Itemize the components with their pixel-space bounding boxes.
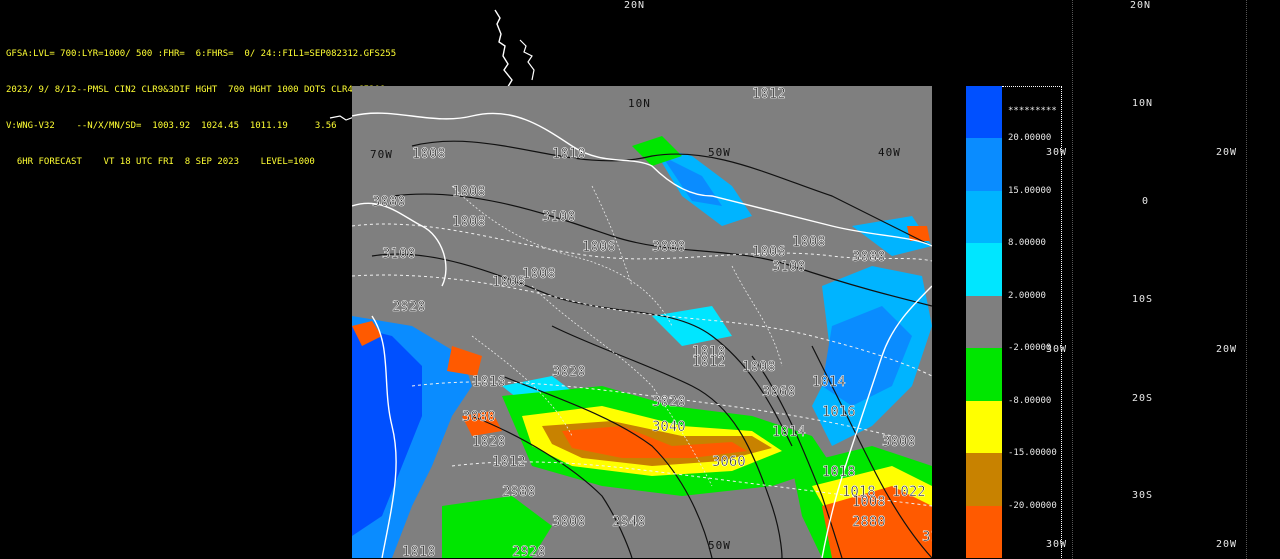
contour-label: 3080 (652, 239, 686, 255)
colorbar-label: 2.00000 (1008, 290, 1046, 301)
lat-label-10s: 10S (1132, 294, 1154, 305)
colorbar-label: 15.00000 (1008, 185, 1052, 196)
colorbar-segment (966, 295, 1002, 349)
colorbar-segment (966, 400, 1002, 454)
contour-label: 1014 (772, 424, 806, 440)
contour-label: 1006 (752, 244, 786, 260)
contour-label: 2940 (612, 514, 646, 530)
colorbar-segment (966, 348, 1002, 402)
colorbar-label: 8.00000 (1008, 238, 1046, 249)
contour-label: 1018 (822, 464, 856, 480)
colorbar-label: -15.00000 (1008, 448, 1057, 459)
contour-label: 3100 (382, 246, 416, 262)
contour-label: 3000 (882, 434, 916, 450)
lat-label-10n-right: 10N (1132, 98, 1154, 109)
contour-label: 1006 (582, 239, 616, 255)
weather-map-panel: 10N 70W 50W 40W 50W 1012 1008 1010 1008 1008… (352, 86, 932, 558)
colorbar-label: -8.00000 (1008, 395, 1052, 406)
lat-label-20n: 20N (624, 0, 646, 11)
lon-label-20w-a: 20W (1216, 147, 1238, 158)
lat-label-20n-right: 20N (1130, 0, 1152, 11)
lon-label-40w: 40W (878, 146, 901, 159)
contour-label: 1008 (852, 494, 886, 510)
contour-label: 1012 (492, 454, 526, 470)
contour-label: 2880 (852, 514, 886, 530)
colorbar-segment (966, 86, 1002, 139)
lat-label-30s: 30S (1132, 490, 1154, 501)
contour-label: 3080 (372, 194, 406, 210)
colorbar-label: -20.00000 (1008, 500, 1057, 511)
contour-label: 1008 (452, 214, 486, 230)
contour-label: 1016 (472, 374, 506, 390)
contour-label: 3080 (462, 409, 496, 425)
lon-label-20w-c: 20W (1216, 539, 1238, 550)
contour-label: 1008 (742, 359, 776, 375)
colorbar-label: -2.00000 (1008, 343, 1052, 354)
contour-label: 2920 (392, 299, 426, 315)
contour-label: 1008 (452, 184, 486, 200)
contour-label: 3100 (772, 259, 806, 275)
contour-label: 2920 (512, 544, 546, 558)
contour-label: 1016 (822, 404, 856, 420)
contour-label: 1012 (692, 354, 726, 370)
contour-label: 3080 (852, 249, 886, 265)
colorbar-segment (966, 243, 1002, 297)
contour-label: 3100 (922, 529, 932, 545)
contour-label: 1008 (412, 146, 446, 162)
contour-label: 1010 (552, 146, 586, 162)
contour-label: 1008 (792, 234, 826, 250)
contour-label: 1012 (752, 86, 786, 102)
lat-label-10n: 10N (628, 97, 651, 110)
header-line-4: 6HR FORECAST VT 18 UTC FRI 8 SEP 2023 LE… (6, 157, 315, 167)
contour-label: 3020 (652, 394, 686, 410)
colorbar-stars: ********* (1008, 106, 1057, 116)
lat-label-20s: 20S (1132, 393, 1154, 404)
contour-label: 3000 (552, 514, 586, 530)
grid-line (1072, 0, 1073, 559)
lon-label-50w-bottom: 50W (708, 539, 731, 552)
lon-label-20w-b: 20W (1216, 344, 1238, 355)
contour-label: 1008 (492, 274, 526, 290)
contour-label: 3040 (652, 419, 686, 435)
contour-label: 3100 (542, 209, 576, 225)
contour-label: 1010 (402, 544, 436, 558)
contour-label: 3060 (712, 454, 746, 470)
weather-map: 10N 70W 50W 40W 50W 10121008 101010081008… (352, 86, 932, 558)
colorbar-frame (1002, 86, 1062, 558)
lon-label-70w: 70W (370, 148, 393, 161)
contour-label: 3060 (762, 384, 796, 400)
lon-label-50w: 50W (708, 146, 731, 159)
colorbar-segment (966, 138, 1002, 192)
contour-label: 1022 (892, 484, 926, 500)
colorbar-segment (966, 190, 1002, 244)
contour-label: 2980 (502, 484, 536, 500)
contour-label: 1020 (472, 434, 506, 450)
grid-line (1246, 0, 1247, 559)
colorbar-label: 20.00000 (1008, 133, 1052, 144)
colorbar-segment (966, 505, 1002, 559)
contour-label: 3020 (552, 364, 586, 380)
colorbar-segment (966, 453, 1002, 507)
contour-label: 1008 (522, 266, 556, 282)
lat-label-0: 0 (1142, 196, 1150, 207)
contour-label: 1014 (812, 374, 846, 390)
colorbar (966, 86, 1002, 559)
